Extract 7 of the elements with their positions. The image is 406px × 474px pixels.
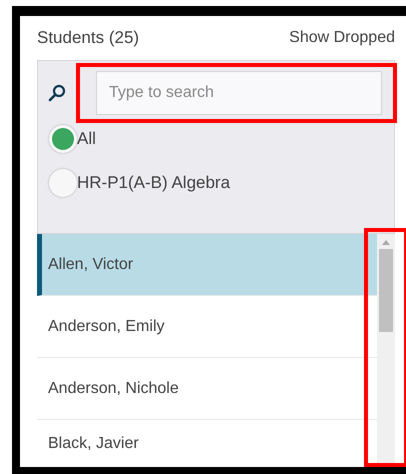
show-dropped-link[interactable]: Show Dropped xyxy=(289,29,395,47)
filter-radio[interactable]: All xyxy=(49,117,394,161)
search-field[interactable]: Type to search xyxy=(96,71,382,115)
panel-title: Students (25) xyxy=(37,28,140,48)
filter-radio[interactable]: HR-P1(A-B) Algebra xyxy=(49,161,394,205)
student-row[interactable]: Allen, Victor xyxy=(37,234,377,296)
student-row[interactable]: Black, Javier xyxy=(37,420,377,467)
